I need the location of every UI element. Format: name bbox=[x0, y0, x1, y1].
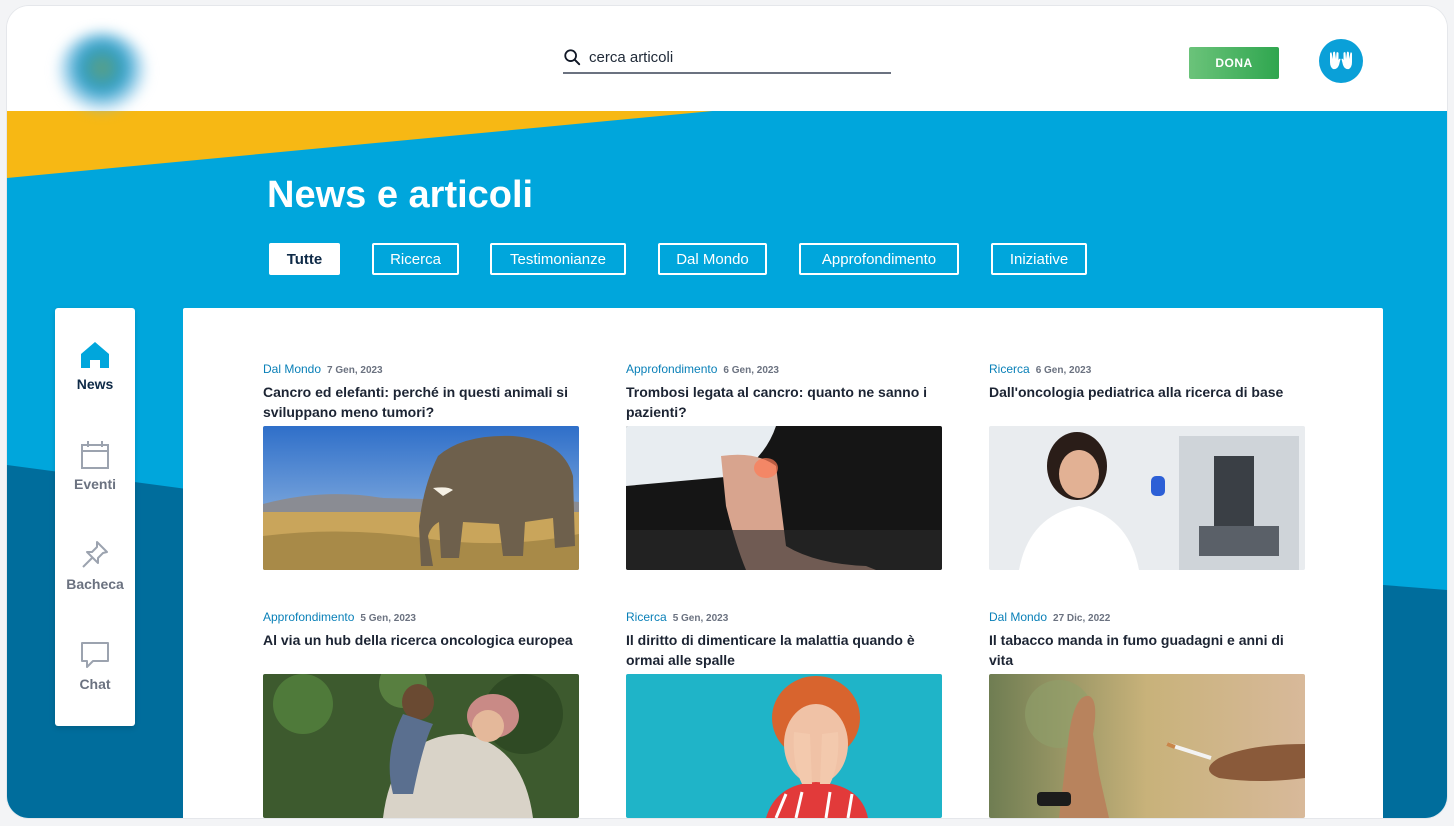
donate-button[interactable]: DONA bbox=[1189, 47, 1279, 79]
article-category[interactable]: Approfondimento bbox=[626, 362, 717, 376]
logo-icon bbox=[57, 32, 147, 112]
search-icon bbox=[564, 49, 581, 66]
brand-hands-icon[interactable] bbox=[1319, 39, 1363, 83]
article-title[interactable]: Dall'oncologia pediatrica alla ricerca d… bbox=[989, 382, 1305, 422]
nav-label: Bacheca bbox=[66, 576, 124, 592]
article-date: 27 Dic, 2022 bbox=[1053, 613, 1111, 624]
researcher-microscope-photo[interactable] bbox=[989, 426, 1305, 570]
article-title[interactable]: Il diritto di dimenticare la malattia qu… bbox=[626, 630, 942, 670]
articles-panel: Dal Mondo 7 Gen, 2023 Cancro ed elefanti:… bbox=[183, 308, 1383, 818]
filter-iniziative[interactable]: Iniziative bbox=[991, 243, 1087, 275]
article-card[interactable]: Approfondimento 5 Gen, 2023 Al via un hub… bbox=[263, 610, 579, 818]
nav-label: Chat bbox=[79, 676, 111, 692]
home-icon bbox=[81, 342, 109, 368]
nav-item-bacheca[interactable]: Bacheca bbox=[55, 540, 135, 610]
top-bar: DONA bbox=[7, 6, 1447, 112]
woman-covering-face-photo[interactable] bbox=[626, 674, 942, 818]
search-bar[interactable] bbox=[563, 42, 891, 74]
article-title[interactable]: Al via un hub della ricerca oncologica e… bbox=[263, 630, 579, 670]
mother-child-photo[interactable] bbox=[263, 674, 579, 818]
article-title[interactable]: Cancro ed elefanti: perché in questi ani… bbox=[263, 382, 579, 422]
calendar-icon bbox=[81, 441, 109, 469]
article-card[interactable]: Dal Mondo 27 Dic, 2022 Il tabacco manda i… bbox=[989, 610, 1305, 818]
article-card[interactable]: Dal Mondo 7 Gen, 2023 Cancro ed elefanti:… bbox=[263, 362, 579, 570]
article-date: 5 Gen, 2023 bbox=[672, 613, 729, 624]
filter-tutte[interactable]: Tutte bbox=[269, 243, 340, 275]
elephant-photo[interactable] bbox=[263, 426, 579, 570]
filter-dal-mondo[interactable]: Dal Mondo bbox=[658, 243, 767, 275]
page-title: News e articoli bbox=[267, 174, 534, 216]
nav-label: Eventi bbox=[73, 476, 116, 492]
article-category[interactable]: Dal Mondo bbox=[989, 610, 1047, 624]
chat-icon bbox=[81, 642, 109, 668]
article-date: 5 Gen, 2023 bbox=[360, 613, 416, 624]
article-card[interactable]: Approfondimento 6 Gen, 2023 Trombosi lega… bbox=[626, 362, 942, 570]
side-navigation: News Eventi Bacheca Chat bbox=[55, 308, 135, 726]
leg-pain-photo[interactable] bbox=[626, 426, 942, 570]
hero-section: News e articoli Tutte Ricerca Testimonia… bbox=[7, 110, 1447, 818]
article-card[interactable]: Ricerca 5 Gen, 2023 Il diritto di dimenti… bbox=[626, 610, 942, 818]
article-title[interactable]: Trombosi legata al cancro: quanto ne san… bbox=[626, 382, 942, 422]
article-date: 6 Gen, 2023 bbox=[723, 365, 779, 376]
article-card[interactable]: Ricerca 6 Gen, 2023 Dall'oncologia pediat… bbox=[989, 362, 1305, 570]
article-category[interactable]: Ricerca bbox=[626, 610, 667, 624]
search-input[interactable] bbox=[587, 47, 881, 67]
filter-approfondimento[interactable]: Approfondimento bbox=[799, 243, 959, 275]
nav-item-news[interactable]: News bbox=[55, 340, 135, 410]
refusing-cigarette-photo[interactable] bbox=[989, 674, 1305, 818]
pin-icon bbox=[82, 541, 108, 568]
article-category[interactable]: Dal Mondo bbox=[263, 362, 321, 376]
nav-item-chat[interactable]: Chat bbox=[55, 640, 135, 710]
article-category[interactable]: Approfondimento bbox=[263, 610, 354, 624]
filter-ricerca[interactable]: Ricerca bbox=[372, 243, 459, 275]
article-category[interactable]: Ricerca bbox=[989, 362, 1030, 376]
article-title[interactable]: Il tabacco manda in fumo guadagni e anni… bbox=[989, 630, 1305, 670]
nav-label: News bbox=[76, 376, 114, 392]
nav-item-eventi[interactable]: Eventi bbox=[55, 440, 135, 510]
app-window: DONA News e articoli Tutte Ricerca Testi… bbox=[7, 6, 1447, 818]
filter-testimonianze[interactable]: Testimonianze bbox=[490, 243, 626, 275]
article-date: 7 Gen, 2023 bbox=[327, 365, 383, 376]
article-date: 6 Gen, 2023 bbox=[1035, 365, 1092, 376]
